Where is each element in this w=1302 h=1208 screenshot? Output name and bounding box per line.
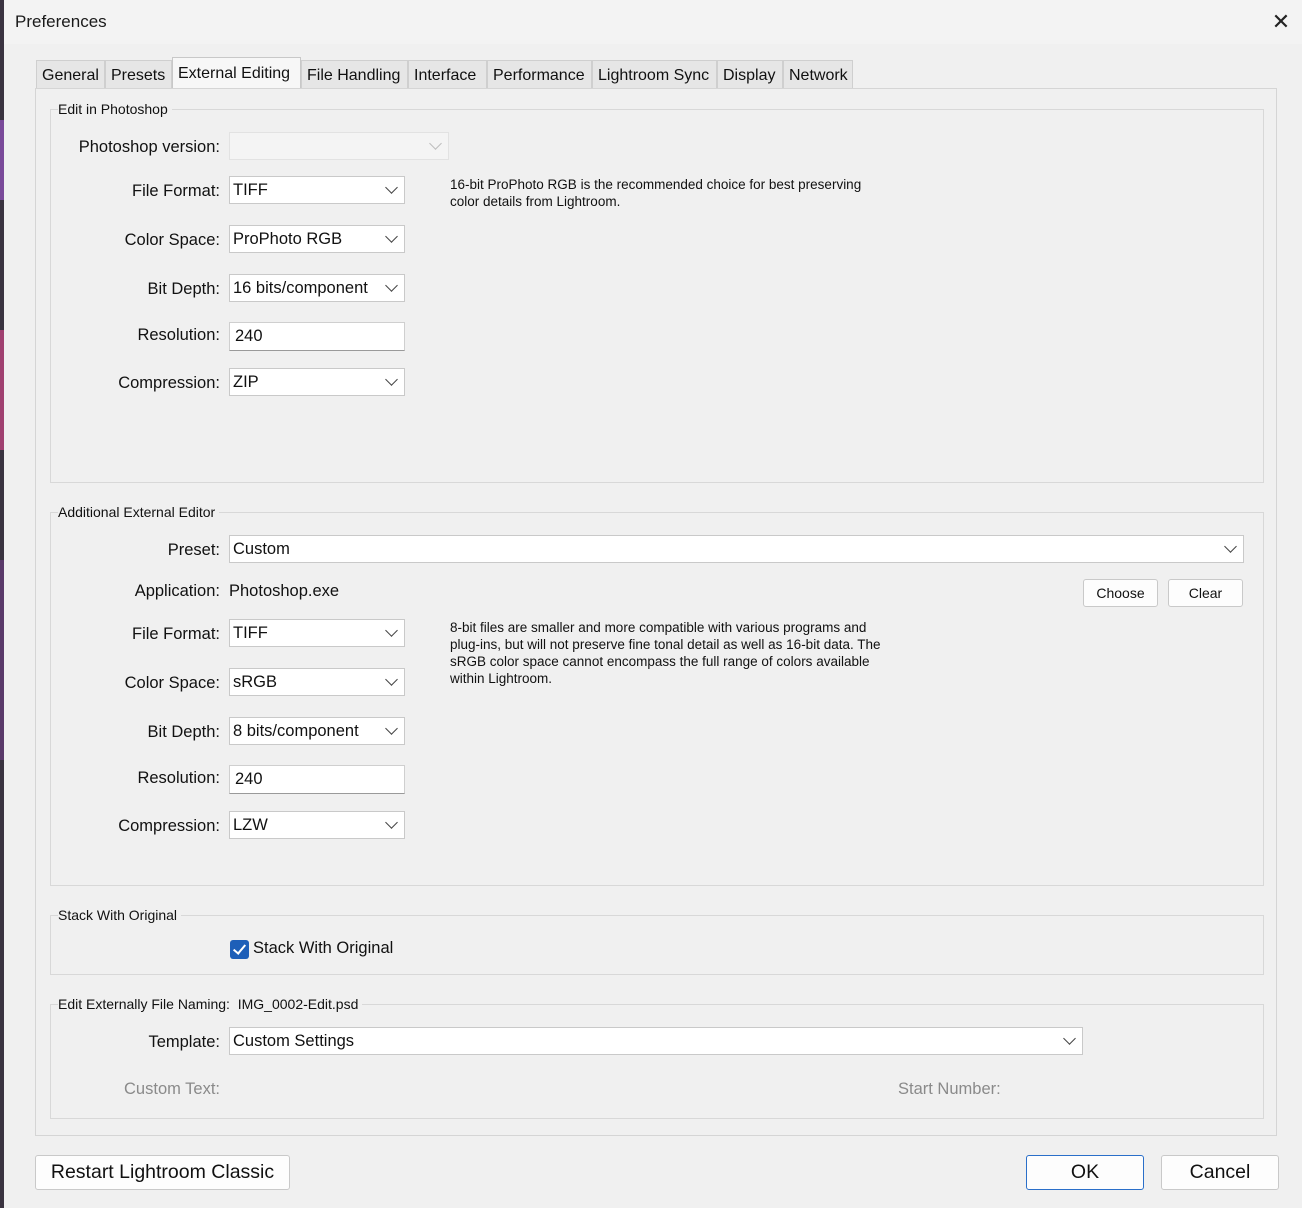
- ps-resolution-input[interactable]: 240: [229, 322, 405, 351]
- ae-color-space-label: Color Space:: [124, 674, 220, 692]
- checkmark-icon: [232, 941, 247, 955]
- ae-compression-select[interactable]: LZW: [229, 811, 405, 839]
- start-number-label: Start Number:: [898, 1080, 1001, 1098]
- ps-compression-select[interactable]: ZIP: [229, 368, 405, 396]
- chevron-down-icon: [1063, 1032, 1076, 1045]
- stack-with-original-checkbox[interactable]: [230, 940, 249, 959]
- tab-lightroom-sync[interactable]: Lightroom Sync: [592, 60, 717, 88]
- ae-compression-label: Compression:: [118, 817, 220, 835]
- chevron-down-icon: [385, 279, 398, 292]
- edit-in-photoshop-legend: Edit in Photoshop: [58, 101, 172, 117]
- template-label: Template:: [148, 1033, 220, 1051]
- ps-recommendation-note: 16-bit ProPhoto RGB is the recommended c…: [450, 177, 862, 209]
- ps-bit-depth-label: Bit Depth:: [147, 280, 220, 298]
- application-value: Photoshop.exe: [229, 582, 340, 600]
- ae-bit-depth-select[interactable]: 8 bits/component: [229, 717, 405, 745]
- chevron-down-icon: [385, 230, 398, 243]
- file-naming-legend: Edit Externally File Naming: IMG_0002-Ed…: [58, 996, 363, 1012]
- chevron-down-icon: [1224, 540, 1237, 553]
- ps-color-space-select[interactable]: ProPhoto RGB: [229, 225, 405, 253]
- title-bar: [4, 0, 1302, 44]
- file-naming-example: IMG_0002-Edit.psd: [237, 996, 359, 1012]
- application-label: Application:: [134, 582, 220, 600]
- chevron-down-icon: [385, 673, 398, 686]
- ae-color-space-select[interactable]: sRGB: [229, 668, 405, 696]
- chevron-down-icon: [385, 624, 398, 637]
- ae-resolution-label: Resolution:: [137, 769, 220, 787]
- ae-bit-depth-note: 8-bit files are smaller and more compati…: [450, 620, 881, 686]
- ps-color-space-label: Color Space:: [124, 231, 220, 249]
- chevron-down-icon: [429, 137, 442, 150]
- stack-legend: Stack With Original: [58, 907, 182, 923]
- clear-button[interactable]: Clear: [1168, 579, 1243, 607]
- tab-performance[interactable]: Performance: [487, 60, 592, 88]
- template-select[interactable]: Custom Settings: [229, 1027, 1083, 1055]
- tab-general[interactable]: General: [36, 60, 105, 88]
- ps-compression-label: Compression:: [118, 374, 220, 392]
- stack-with-original-label[interactable]: Stack With Original: [253, 939, 393, 958]
- ae-resolution-input[interactable]: 240: [229, 765, 405, 794]
- ae-file-format-label: File Format:: [131, 625, 220, 643]
- restart-lightroom-button[interactable]: Restart Lightroom Classic: [35, 1155, 290, 1190]
- tab-file-handling[interactable]: File Handling: [301, 60, 408, 88]
- window-title: Preferences: [15, 12, 107, 31]
- close-icon[interactable]: ✕: [1266, 8, 1296, 36]
- preset-label: Preset:: [167, 541, 220, 559]
- chevron-down-icon: [385, 373, 398, 386]
- ok-button[interactable]: OK: [1026, 1155, 1144, 1190]
- ps-file-format-select[interactable]: TIFF: [229, 176, 405, 204]
- photoshop-version-label: Photoshop version:: [78, 138, 220, 156]
- cancel-button[interactable]: Cancel: [1161, 1155, 1279, 1190]
- choose-button[interactable]: Choose: [1083, 579, 1158, 607]
- tab-external-editing[interactable]: External Editing: [172, 57, 301, 89]
- preset-select[interactable]: Custom: [229, 535, 1244, 563]
- additional-editor-legend: Additional External Editor: [58, 504, 220, 520]
- photoshop-version-select[interactable]: [229, 132, 449, 160]
- tab-display[interactable]: Display: [717, 60, 783, 88]
- custom-text-label: Custom Text:: [124, 1080, 220, 1098]
- ae-file-format-select[interactable]: TIFF: [229, 619, 405, 647]
- chevron-down-icon: [385, 816, 398, 829]
- ps-resolution-label: Resolution:: [137, 326, 220, 344]
- tab-presets[interactable]: Presets: [105, 60, 172, 88]
- tab-interface[interactable]: Interface: [408, 60, 487, 88]
- file-naming-group: [50, 1004, 1264, 1119]
- ps-bit-depth-select[interactable]: 16 bits/component: [229, 274, 405, 302]
- chevron-down-icon: [385, 181, 398, 194]
- tab-network[interactable]: Network: [783, 60, 853, 88]
- chevron-down-icon: [385, 722, 398, 735]
- ae-bit-depth-label: Bit Depth:: [147, 723, 220, 741]
- ps-file-format-label: File Format:: [131, 182, 220, 200]
